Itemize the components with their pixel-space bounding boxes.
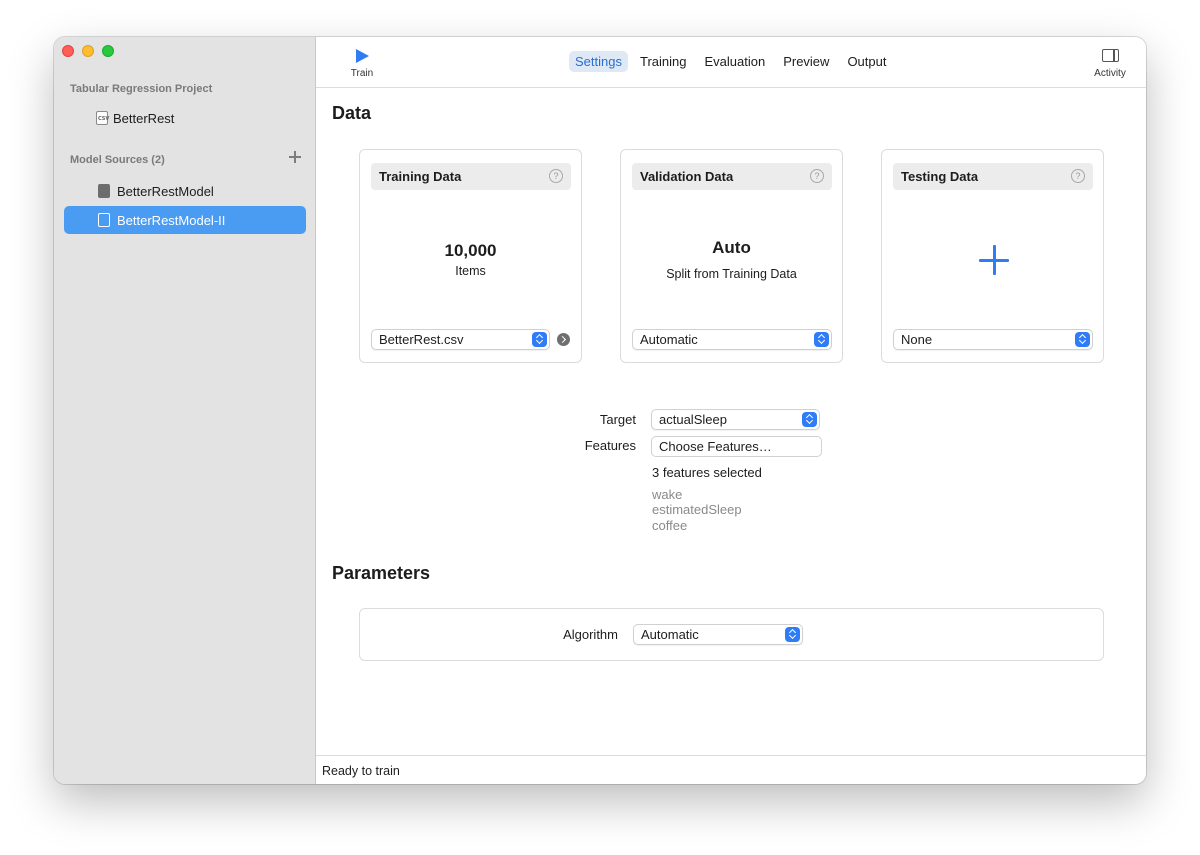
model-icon (98, 213, 110, 227)
sidebar-item-betterrestmodel[interactable]: BetterRestModel (64, 177, 306, 205)
features-label: Features (584, 438, 636, 453)
sidebar-item-label: BetterRestModel-II (117, 212, 226, 228)
minimize-window-button[interactable] (82, 45, 94, 57)
sidebar-item-label: BetterRestModel (117, 183, 214, 199)
help-icon[interactable]: ? (549, 169, 563, 183)
validation-mode: Auto (712, 238, 751, 257)
reveal-arrow-icon[interactable] (557, 333, 570, 346)
chevron-updown-icon (814, 332, 829, 347)
training-item-count: 10,000 (444, 241, 497, 260)
feature-item: wake (652, 487, 683, 502)
play-icon (355, 49, 369, 63)
tab-bar: Settings Training Evaluation Preview Out… (569, 51, 892, 72)
window-controls (62, 45, 114, 57)
testing-source-value: None (901, 332, 933, 347)
validation-data-header: Validation Data ? (632, 163, 832, 190)
sidebar-item-betterrest[interactable]: CSV BetterRest (64, 104, 306, 132)
csv-document-icon: CSV (96, 111, 109, 125)
add-testing-data-icon[interactable] (978, 244, 1010, 276)
testing-data-card: Testing Data ? None (881, 149, 1104, 363)
toolbar: Train Settings Training Evaluation Previ… (316, 37, 1146, 88)
training-data-title: Training Data (379, 169, 462, 184)
help-icon[interactable]: ? (810, 169, 824, 183)
train-button[interactable]: Train (346, 47, 378, 79)
training-item-label: Items (455, 264, 486, 278)
tab-training[interactable]: Training (634, 51, 692, 72)
tab-output[interactable]: Output (841, 51, 892, 72)
feature-item: estimatedSleep (652, 502, 742, 517)
sidebar-panel-icon (1101, 49, 1119, 62)
feature-item: coffee (652, 518, 688, 533)
features-selected-count: 3 features selected (652, 465, 762, 480)
activity-button[interactable]: Activity (1088, 49, 1132, 79)
target-value: actualSleep (659, 412, 727, 427)
validation-data-title: Validation Data (640, 169, 734, 184)
sidebar-item-betterrestmodel-ii[interactable]: BetterRestModel-II (64, 206, 306, 234)
sidebar: Tabular Regression Project CSV BetterRes… (54, 37, 316, 784)
close-window-button[interactable] (62, 45, 74, 57)
zoom-window-button[interactable] (102, 45, 114, 57)
training-data-header: Training Data ? (371, 163, 571, 190)
validation-source-value: Automatic (640, 332, 698, 347)
status-bar: Ready to train (316, 755, 1146, 784)
validation-data-card: Validation Data ? Auto Split from Traini… (620, 149, 843, 363)
training-source-popup[interactable]: BetterRest.csv (371, 329, 550, 350)
help-icon[interactable]: ? (1071, 169, 1085, 183)
project-header: Tabular Regression Project (70, 83, 213, 95)
validation-description: Split from Training Data (666, 267, 797, 281)
chevron-updown-icon (532, 332, 547, 347)
testing-source-popup[interactable]: None (893, 329, 1093, 350)
tab-evaluation[interactable]: Evaluation (698, 51, 771, 72)
testing-data-header: Testing Data ? (893, 163, 1093, 190)
chevron-updown-icon (1075, 332, 1090, 347)
training-source-value: BetterRest.csv (379, 332, 464, 347)
tab-preview[interactable]: Preview (777, 51, 835, 72)
status-text: Ready to train (322, 764, 400, 778)
validation-source-popup[interactable]: Automatic (632, 329, 832, 350)
chevron-updown-icon (802, 412, 817, 427)
target-label: Target (599, 412, 636, 427)
choose-features-button[interactable]: Choose Features… (651, 436, 822, 457)
model-sources-header: Model Sources (2) (70, 154, 165, 166)
algorithm-label: Algorithm (563, 627, 618, 642)
data-section-title: Data (332, 103, 372, 123)
plus-icon[interactable] (288, 150, 302, 164)
model-icon (98, 184, 110, 198)
algorithm-value: Automatic (641, 627, 699, 642)
parameters-section-title: Parameters (332, 563, 431, 583)
main-content: Train Settings Training Evaluation Previ… (316, 37, 1146, 784)
train-label: Train (350, 68, 374, 79)
chevron-updown-icon (785, 627, 800, 642)
activity-label: Activity (1094, 68, 1126, 79)
testing-data-title: Testing Data (901, 169, 979, 184)
tab-settings[interactable]: Settings (569, 51, 628, 72)
target-popup[interactable]: actualSleep (651, 409, 820, 430)
algorithm-popup[interactable]: Automatic (633, 624, 803, 645)
sidebar-item-label: BetterRest (113, 110, 175, 126)
app-window: Tabular Regression Project CSV BetterRes… (54, 37, 1146, 784)
training-data-card: Training Data ? 10,000 Items BetterRest.… (359, 149, 582, 363)
